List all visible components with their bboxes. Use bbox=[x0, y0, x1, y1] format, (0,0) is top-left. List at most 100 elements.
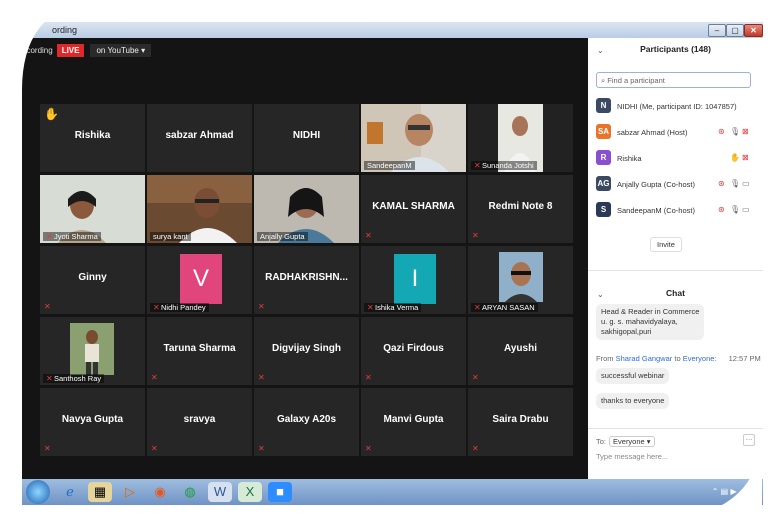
zoom-window: ording – ▢ ✕ ecording LIVE on YouTube ▾ … bbox=[22, 22, 763, 505]
chat-line: u. g. s. mahavidyalaya, bbox=[601, 317, 678, 326]
muted-mic-icon: ✕ bbox=[46, 374, 53, 383]
window-title: ording bbox=[52, 25, 78, 35]
participant-tile[interactable]: ✕Jyoti Sharma bbox=[40, 175, 145, 243]
clock: 12: bbox=[745, 487, 757, 496]
participant-row[interactable]: S SandeepanM (Co-host) ⊛ 🎙 ▭ bbox=[596, 200, 756, 220]
participant-tile[interactable]: ✕Sunanda Jotshi bbox=[468, 104, 573, 172]
participant-tile[interactable]: sabzar Ahmad bbox=[147, 104, 252, 172]
explorer-icon[interactable]: ▦ bbox=[88, 482, 112, 502]
mic-icon: 🎙 bbox=[730, 179, 741, 188]
sender-name[interactable]: Sharad Gangwar bbox=[616, 354, 673, 363]
participant-tile[interactable]: surya kant bbox=[147, 175, 252, 243]
word-icon[interactable]: W bbox=[208, 482, 232, 502]
chat-input[interactable]: Type message here... bbox=[596, 452, 668, 461]
share-icon: ⊛ bbox=[718, 179, 725, 188]
maximize-icon: ▢ bbox=[731, 26, 739, 35]
chrome-icon[interactable]: ◍ bbox=[178, 482, 202, 502]
invite-button[interactable]: Invite bbox=[650, 237, 682, 252]
youtube-dropdown[interactable]: on YouTube ▾ bbox=[90, 43, 152, 57]
participant-tile[interactable]: Ayushi ✕ bbox=[468, 317, 573, 385]
chat-message: thanks to everyone bbox=[596, 393, 670, 409]
muted-mic-icon: ✕ bbox=[472, 444, 479, 453]
participant-tile[interactable]: NIDHI bbox=[254, 104, 359, 172]
participant-tile[interactable]: ✕Santhosh Ray bbox=[40, 317, 145, 385]
tile-label: Anjally Gupta bbox=[257, 232, 308, 241]
media-player-icon[interactable]: ▷ bbox=[118, 482, 142, 502]
video-off-icon: ⊠ bbox=[742, 127, 749, 136]
chat-message: Head & Reader in Commerce u. g. s. mahav… bbox=[596, 304, 705, 340]
recording-label: ecording bbox=[22, 45, 53, 55]
video-icon: ▭ bbox=[742, 205, 750, 214]
video-icon: ▭ bbox=[742, 179, 750, 188]
chat-line: sakhigopal,puri bbox=[601, 327, 652, 336]
participant-tile[interactable]: KAMAL SHARMA ✕ bbox=[361, 175, 466, 243]
tile-label: SandeepanM bbox=[364, 161, 415, 170]
zoom-icon[interactable]: ■ bbox=[268, 482, 292, 502]
avatar: S bbox=[596, 202, 611, 217]
muted-mic-icon: ✕ bbox=[258, 302, 265, 311]
participant-row[interactable]: N NIDHI (Me, participant ID: 1047857) bbox=[596, 96, 756, 116]
more-options-button[interactable]: … bbox=[743, 434, 755, 446]
minimize-button[interactable]: – bbox=[708, 24, 726, 37]
start-button[interactable] bbox=[26, 480, 50, 504]
firefox-icon[interactable]: ◉ bbox=[148, 482, 172, 502]
minimize-icon: – bbox=[714, 26, 720, 35]
muted-mic-icon: ✕ bbox=[474, 303, 481, 312]
tile-name: sravya bbox=[183, 414, 216, 425]
participant-tile[interactable]: Taruna Sharma ✕ bbox=[147, 317, 252, 385]
participant-tile[interactable]: I ✕Ishika Verma bbox=[361, 246, 466, 314]
participant-tile[interactable]: SandeepanM bbox=[361, 104, 466, 172]
tile-name: KAMAL SHARMA bbox=[372, 201, 455, 212]
muted-mic-icon: ✕ bbox=[258, 373, 265, 382]
participant-tile[interactable]: V ✕Nidhi Pandey bbox=[147, 246, 252, 314]
tile-label: ✕Sunanda Jotshi bbox=[471, 161, 537, 170]
participant-tile[interactable]: Redmi Note 8 ✕ bbox=[468, 175, 573, 243]
video-off-icon: ⊠ bbox=[742, 153, 749, 162]
participant-tile[interactable]: Saira Drabu ✕ bbox=[468, 388, 573, 456]
excel-icon[interactable]: X bbox=[238, 482, 262, 502]
participant-name: Anjally Gupta (Co-host) bbox=[617, 180, 695, 189]
participant-tile[interactable]: Digvijay Singh ✕ bbox=[254, 317, 359, 385]
recipient-name[interactable]: Everyone: bbox=[683, 354, 717, 363]
muted-mic-icon: ✕ bbox=[46, 232, 53, 241]
participant-tile[interactable]: sravya ✕ bbox=[147, 388, 252, 456]
muted-mic-icon: ✕ bbox=[365, 231, 372, 240]
participant-name: NIDHI (Me, participant ID: 1047857) bbox=[617, 102, 737, 111]
participant-tile[interactable]: Ginny ✕ bbox=[40, 246, 145, 314]
close-icon: ✕ bbox=[750, 26, 757, 35]
tile-name: Saira Drabu bbox=[492, 414, 549, 425]
ie-icon[interactable]: ℯ bbox=[58, 482, 82, 502]
recipient-select[interactable]: Everyone ▾ bbox=[609, 436, 655, 447]
title-bar: ording – ▢ ✕ bbox=[22, 22, 763, 38]
participant-tile[interactable]: RADHAKRISHN... ✕ bbox=[254, 246, 359, 314]
tile-label: ✕Ishika Verma bbox=[364, 303, 422, 312]
participant-row[interactable]: AG Anjally Gupta (Co-host) ⊛ 🎙 ▭ bbox=[596, 174, 756, 194]
live-badge[interactable]: LIVE bbox=[56, 43, 85, 57]
maximize-button[interactable]: ▢ bbox=[726, 24, 744, 37]
close-button[interactable]: ✕ bbox=[744, 24, 763, 37]
muted-mic-icon: ✕ bbox=[258, 444, 265, 453]
participant-row[interactable]: SA sabzar Ahmad (Host) ⊛ 🎙 ⊠ bbox=[596, 122, 756, 142]
muted-mic-icon: ✕ bbox=[153, 303, 160, 312]
participant-tile[interactable]: Galaxy A20s ✕ bbox=[254, 388, 359, 456]
tile-name: sabzar Ahmad bbox=[165, 130, 234, 141]
raised-hand-icon: ✋ bbox=[730, 153, 740, 162]
taskbar: ℯ ▦ ▷ ◉ ◍ W X ■ ⌃ ▤ ▶ ◖ 12: bbox=[22, 479, 763, 505]
avatar: I bbox=[394, 254, 436, 304]
share-icon: ⊛ bbox=[718, 205, 725, 214]
participant-tile[interactable]: Navya Gupta ✕ bbox=[40, 388, 145, 456]
muted-mic-icon: ✕ bbox=[44, 444, 51, 453]
chat-sender-line: From Sharad Gangwar to Everyone: 12:57 P… bbox=[596, 354, 761, 363]
participant-tile[interactable]: Qazi Firdous ✕ bbox=[361, 317, 466, 385]
participant-tile[interactable]: ✕ARYAN SASAN bbox=[468, 246, 573, 314]
tile-name: Navya Gupta bbox=[61, 414, 124, 425]
tile-name: Redmi Note 8 bbox=[488, 201, 553, 212]
muted-mic-icon: ✕ bbox=[365, 373, 372, 382]
tile-name: Ginny bbox=[78, 272, 107, 283]
participant-tile-active[interactable]: Anjally Gupta bbox=[254, 175, 359, 243]
participant-tile[interactable]: Manvi Gupta ✕ bbox=[361, 388, 466, 456]
participant-tile[interactable]: ✋ Rishika bbox=[40, 104, 145, 172]
participant-row[interactable]: R Rishika ✋ ⊠ bbox=[596, 148, 756, 168]
participant-search-input[interactable]: ⌕ Find a participant bbox=[596, 72, 751, 88]
avatar: R bbox=[596, 150, 611, 165]
